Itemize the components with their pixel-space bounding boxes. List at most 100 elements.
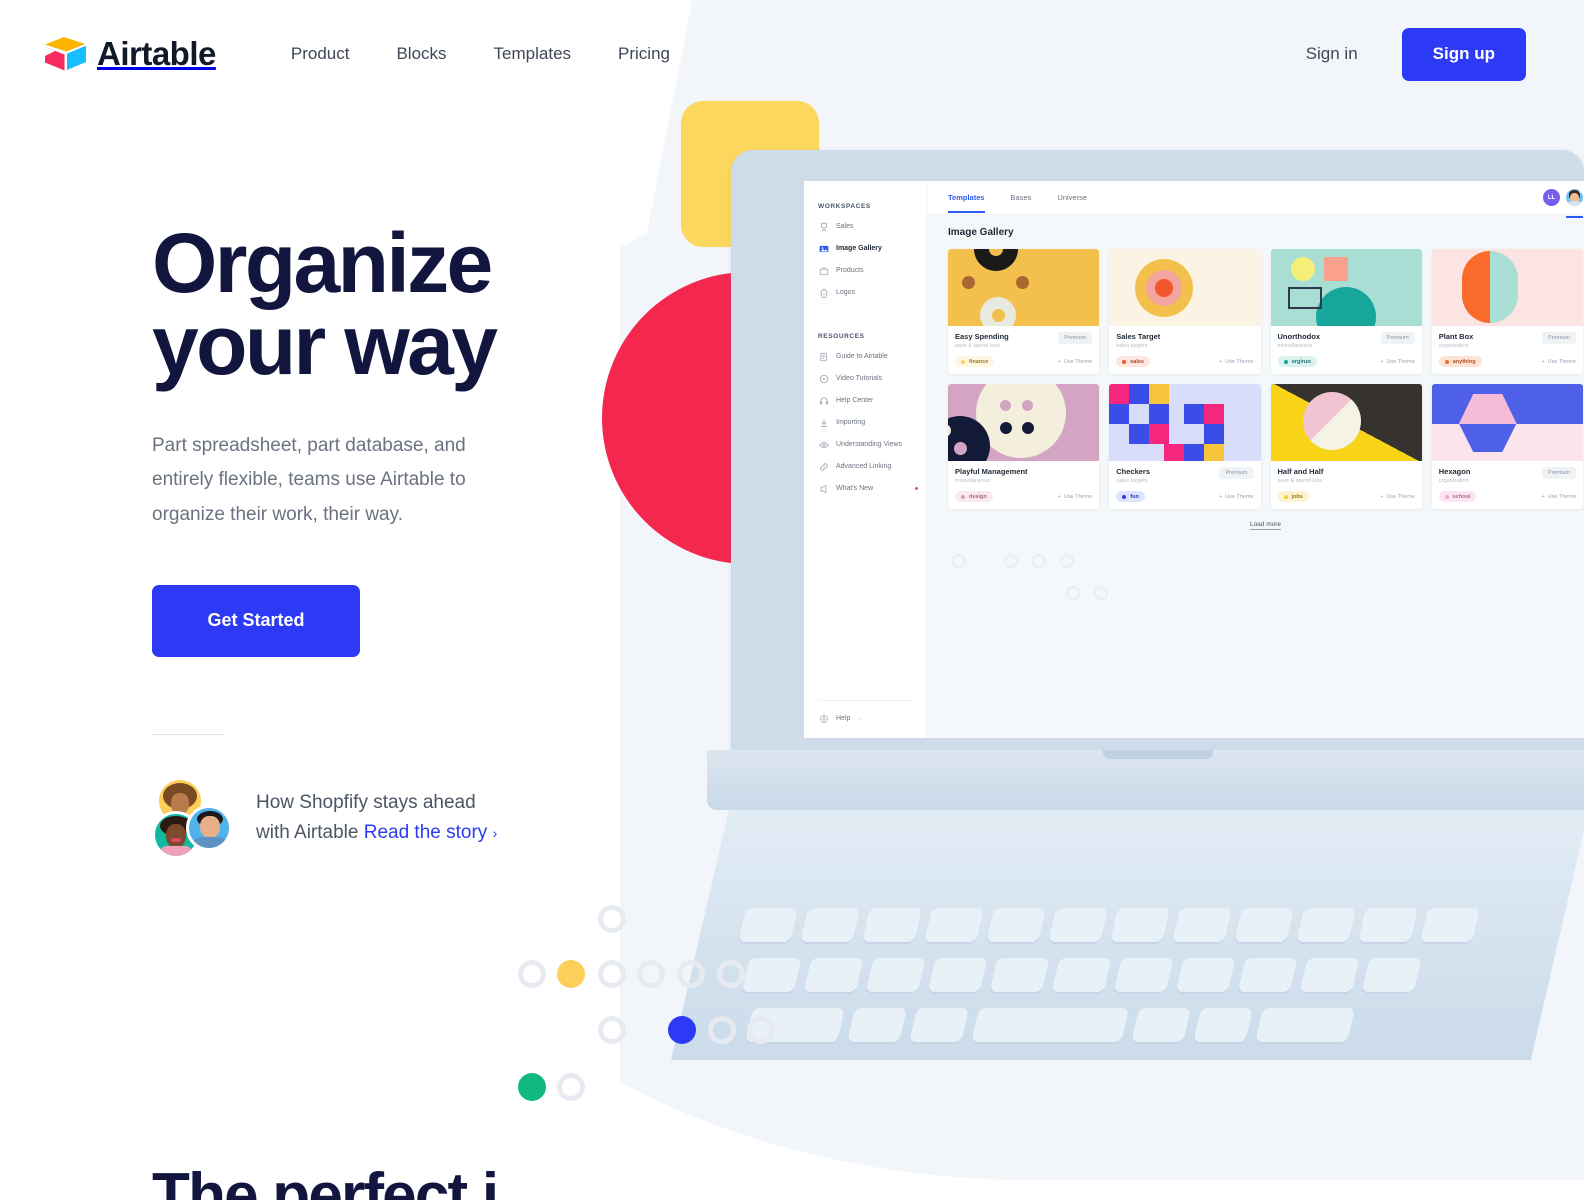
laptop-base (707, 750, 1584, 810)
use-theme-label: Use Theme (1386, 493, 1415, 500)
sidebar-item-products[interactable]: Products (818, 265, 926, 276)
active-avatar-underline (1566, 216, 1583, 218)
app-main: Templates Bases Universe LL Image Galler… (927, 181, 1584, 738)
logo-link[interactable]: Airtable (42, 35, 216, 73)
card-tag: jobs (1277, 491, 1309, 502)
page-title: Organize your way (152, 221, 712, 387)
template-card[interactable]: Hexagon organization Premium school + Us… (1431, 384, 1583, 509)
hero-section: Organize your way Part spreadsheet, part… (152, 221, 712, 859)
card-thumbnail (1270, 384, 1422, 461)
template-card[interactable]: Sales Target sales targets sales + Use T… (1109, 249, 1261, 374)
sidebar-item-advanced-linking[interactable]: Advanced Linking (818, 461, 926, 472)
eye-icon (818, 439, 829, 450)
template-card[interactable]: Easy Spending save & spend less Premium (948, 249, 1100, 374)
avatar-man-blue (186, 804, 232, 851)
chevron-right-icon: › (492, 824, 498, 841)
sidebar-section-resources: RESOURCES (818, 333, 865, 340)
use-theme-button[interactable]: + Use Theme (1380, 359, 1415, 365)
use-theme-label: Use Theme (1063, 358, 1093, 365)
sidebar-item-image-gallery[interactable]: Image Gallery (818, 243, 926, 254)
sidebar-item-whats-new[interactable]: What's New (818, 483, 926, 494)
card-subtitle: organization (1438, 343, 1469, 349)
card-thumbnail (948, 384, 1100, 461)
use-theme-button[interactable]: + Use Theme (1219, 359, 1254, 365)
decor-dot (952, 554, 966, 568)
card-thumbnail (1109, 249, 1261, 326)
use-theme-label: Use Theme (1063, 493, 1093, 500)
plus-icon: + (1380, 493, 1384, 500)
decor-dot (717, 960, 745, 988)
download-icon (818, 417, 829, 428)
decor-dot-blue (668, 1016, 696, 1044)
sidebar-item-understanding-views[interactable]: Understanding Views (818, 439, 926, 450)
sidebar-label: Advanced Linking (836, 463, 892, 470)
premium-badge: Premium (1541, 467, 1576, 479)
card-tag-label: orginze (1291, 358, 1312, 365)
tab-universe[interactable]: Universe (1057, 193, 1087, 209)
story-line-1: How Shopfify stays ahead (256, 792, 476, 814)
card-title: Sales Target (1116, 332, 1161, 341)
sidebar-item-importing[interactable]: Importing (818, 417, 926, 428)
sign-up-button[interactable]: Sign up (1401, 27, 1526, 81)
sidebar-item-logos[interactable]: Logos (818, 287, 926, 298)
app-account-area: LL (1543, 189, 1583, 206)
tab-bases[interactable]: Bases (1011, 193, 1032, 209)
sidebar-item-guide-to-airtable[interactable]: Guide to Airtable (818, 351, 926, 362)
get-started-button[interactable]: Get Started (152, 584, 360, 657)
plus-icon: + (1541, 358, 1545, 365)
nav-item-blocks[interactable]: Blocks (396, 44, 446, 64)
card-tag-label: anything (1452, 358, 1476, 365)
use-theme-button[interactable]: + Use Theme (1058, 359, 1093, 365)
sidebar-section-workspaces: WORKSPACES (818, 203, 871, 210)
sidebar-label: Understanding Views (836, 441, 903, 448)
gallery-title: Image Gallery (948, 227, 1014, 238)
template-card[interactable]: Half and Half save & spend less jobs + U… (1270, 384, 1422, 509)
template-card[interactable]: Checkers sales targets Premium fun + Use… (1109, 384, 1261, 509)
avatar-initials[interactable]: LL (1543, 189, 1560, 206)
card-title: Hexagon (1438, 467, 1471, 476)
use-theme-label: Use Theme (1386, 358, 1415, 365)
load-more-button[interactable]: Load more (948, 521, 1583, 530)
nav-item-templates[interactable]: Templates (494, 44, 571, 64)
nav-item-pricing[interactable]: Pricing (618, 44, 670, 64)
decor-dot (518, 960, 546, 988)
sidebar-label: Sales (836, 223, 854, 230)
sign-in-link[interactable]: Sign in (1306, 44, 1358, 64)
template-card[interactable]: Unorthodox miscellaneous Premium orginze… (1270, 249, 1422, 374)
tab-templates[interactable]: Templates (948, 193, 985, 213)
sidebar-item-help[interactable]: Help → (818, 700, 913, 724)
use-theme-button[interactable]: + Use Theme (1380, 494, 1415, 500)
sidebar-label: What's New (836, 485, 874, 492)
use-theme-button[interactable]: + Use Theme (1219, 494, 1254, 500)
airtable-cube-icon (42, 35, 88, 73)
card-title: Unorthodox (1277, 332, 1321, 341)
sidebar-label: Products (836, 267, 864, 274)
link-icon (818, 461, 829, 472)
headline-line-2: your way (152, 298, 498, 393)
decor-dot (1066, 586, 1080, 600)
decor-dot (708, 1016, 736, 1044)
premium-badge: Premium (1219, 467, 1254, 479)
card-tag-label: design (969, 493, 987, 500)
decor-dot (1004, 554, 1018, 568)
plus-icon: + (1057, 493, 1061, 500)
sidebar-item-video-tutorials[interactable]: Video Tutorials (818, 373, 926, 384)
sidebar-item-sales[interactable]: Sales (818, 221, 926, 232)
decor-dot (557, 1073, 585, 1101)
card-title: Half and Half (1277, 467, 1324, 476)
nav-item-product[interactable]: Product (291, 44, 350, 64)
card-tag: school (1438, 491, 1477, 502)
use-theme-button[interactable]: + Use Theme (1058, 494, 1093, 500)
use-theme-button[interactable]: + Use Theme (1541, 494, 1576, 500)
read-the-story-link[interactable]: Read the story (364, 822, 488, 843)
template-card[interactable]: Plant Box organization Premium anything … (1431, 249, 1583, 374)
card-title: Plant Box (1438, 332, 1474, 341)
decor-dot (598, 1016, 626, 1044)
headline-line-1: Organize (152, 216, 493, 310)
sidebar-item-help-center[interactable]: Help Center (818, 395, 926, 406)
user-photo-avatar[interactable] (1566, 189, 1583, 206)
use-theme-button[interactable]: + Use Theme (1541, 359, 1576, 365)
template-card[interactable]: Playful Management miscellaneous design (948, 384, 1100, 509)
online-status-dot (1579, 189, 1583, 193)
pen-nib-icon (818, 287, 829, 298)
